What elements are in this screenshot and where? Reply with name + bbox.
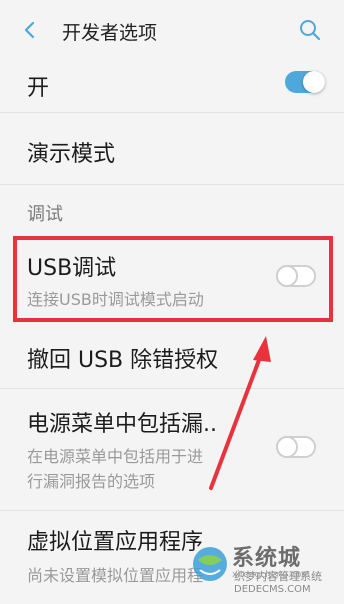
watermark-url: xitongcheng.com xyxy=(232,570,310,580)
globe-logo-icon xyxy=(193,547,227,581)
annotation-arrow xyxy=(209,336,271,490)
watermark-line2: DEDECMS.COM xyxy=(234,584,311,595)
